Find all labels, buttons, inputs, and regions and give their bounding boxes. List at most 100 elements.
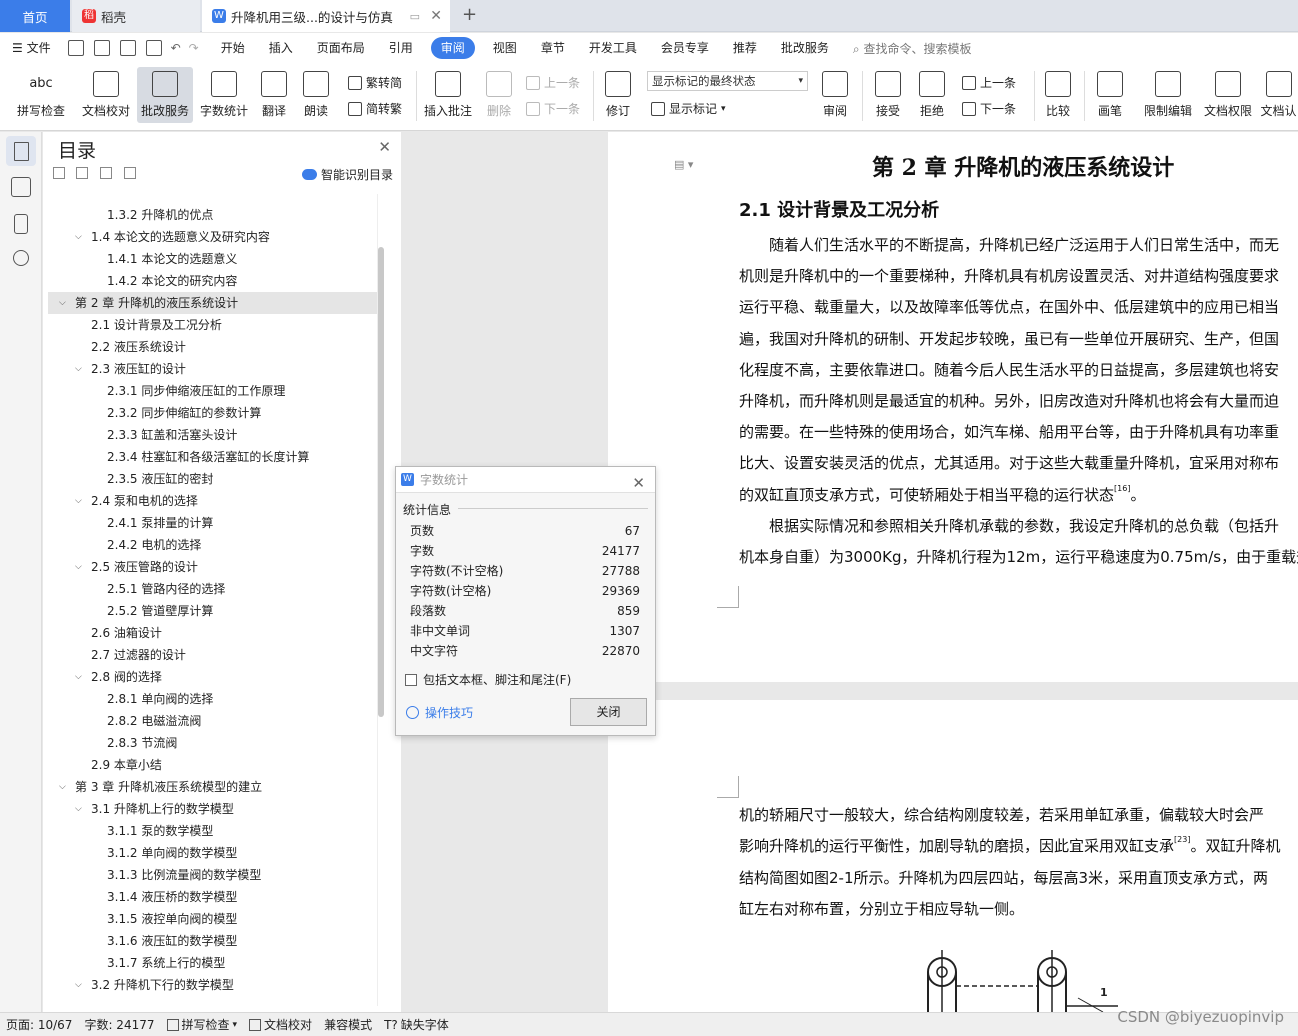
track-changes-button[interactable]: 修订 bbox=[598, 67, 638, 123]
save-icon[interactable] bbox=[67, 40, 84, 56]
spell-check-status[interactable]: 拼写检查 ▾ bbox=[161, 1016, 244, 1033]
close-icon[interactable]: ✕ bbox=[378, 138, 391, 156]
expand-icon[interactable] bbox=[76, 167, 88, 179]
toc-item[interactable]: ⌵ 2.8 阀的选择 bbox=[48, 666, 377, 688]
add-level-icon[interactable] bbox=[100, 167, 112, 179]
delete-comment-button[interactable]: 删除 bbox=[480, 67, 518, 123]
dialog-title-bar[interactable]: W 字数统计 ✕ bbox=[396, 467, 655, 493]
prev-change-button[interactable]: 上一条 bbox=[962, 74, 1016, 91]
word-count-button[interactable]: 字数统计 bbox=[197, 67, 251, 123]
close-tab-icon[interactable]: ✕ bbox=[430, 8, 442, 24]
toc-item[interactable]: 2.3.3 缸盖和活塞头设计 bbox=[48, 424, 377, 446]
tips-link[interactable]: 操作技巧 bbox=[406, 704, 473, 721]
prev-comment-button[interactable]: 上一条 bbox=[526, 74, 580, 91]
toc-item[interactable]: 2.4.1 泵排量的计算 bbox=[48, 512, 377, 534]
toc-item[interactable]: 2.5.1 管路内径的选择 bbox=[48, 578, 377, 600]
toc-item[interactable]: 2.7 过滤器的设计 bbox=[48, 644, 377, 666]
undo-icon[interactable]: ↶ bbox=[171, 41, 181, 55]
smart-toc-button[interactable]: 智能识别目录 bbox=[301, 166, 393, 183]
redo-icon[interactable]: ↷ bbox=[189, 41, 199, 55]
word-count-status[interactable]: 字数: 24177 bbox=[78, 1016, 160, 1033]
toc-item[interactable]: 3.1.1 泵的数学模型 bbox=[48, 820, 377, 842]
next-change-button[interactable]: 下一条 bbox=[962, 100, 1016, 117]
chevron-down-icon[interactable]: ⌵ bbox=[75, 358, 82, 380]
toc-item[interactable]: 2.8.2 电磁溢流阀 bbox=[48, 710, 377, 732]
simp-to-trad-button[interactable]: 简转繁 bbox=[348, 100, 402, 117]
close-icon[interactable]: ✕ bbox=[632, 470, 645, 496]
preview-icon[interactable] bbox=[145, 40, 162, 56]
toc-item[interactable]: ⌵ 3.2 升降机下行的数学模型 bbox=[48, 974, 377, 996]
menu-chapter[interactable]: 章节 bbox=[529, 37, 577, 59]
toc-item[interactable]: 1.4.1 本论文的选题意义 bbox=[48, 248, 377, 270]
pin-icon[interactable]: ▭ bbox=[410, 10, 420, 23]
toc-item[interactable]: 2.8.1 单向阀的选择 bbox=[48, 688, 377, 710]
search-icon[interactable] bbox=[13, 250, 29, 266]
chapter-nav-icon[interactable] bbox=[11, 177, 31, 197]
chevron-down-icon[interactable]: ⌵ bbox=[75, 490, 82, 512]
proofread-status[interactable]: 文档校对 bbox=[243, 1016, 318, 1033]
page-options-icon[interactable]: ▤ ▾ bbox=[674, 158, 693, 171]
toc-item[interactable]: 1.3.2 升降机的优点 bbox=[48, 204, 377, 226]
remove-level-icon[interactable] bbox=[124, 167, 136, 179]
next-comment-button[interactable]: 下一条 bbox=[526, 100, 580, 117]
menu-devtools[interactable]: 开发工具 bbox=[577, 37, 649, 59]
chevron-down-icon[interactable]: ⌵ bbox=[75, 798, 82, 820]
new-tab-button[interactable]: + bbox=[462, 4, 477, 25]
toc-item[interactable]: 2.8.3 节流阀 bbox=[48, 732, 377, 754]
show-markup-button[interactable]: 显示标记 ▾ bbox=[651, 100, 726, 117]
toc-item[interactable]: 3.1.4 液压桥的数学模型 bbox=[48, 886, 377, 908]
menu-review-service[interactable]: 批改服务 bbox=[769, 37, 841, 59]
menu-insert[interactable]: 插入 bbox=[257, 37, 305, 59]
toc-item[interactable]: ⌵ 3.1 升降机上行的数学模型 bbox=[48, 798, 377, 820]
toc-item[interactable]: 1.4.2 本论文的研究内容 bbox=[48, 270, 377, 292]
include-footnotes-checkbox[interactable] bbox=[405, 674, 417, 686]
bookmark-icon[interactable] bbox=[14, 214, 28, 234]
menu-view[interactable]: 视图 bbox=[481, 37, 529, 59]
insert-comment-button[interactable]: 插入批注 bbox=[420, 67, 476, 123]
menu-recommend[interactable]: 推荐 bbox=[721, 37, 769, 59]
toc-item[interactable]: 2.6 油箱设计 bbox=[48, 622, 377, 644]
print-icon[interactable] bbox=[119, 40, 136, 56]
toc-pane-icon[interactable] bbox=[6, 136, 36, 166]
toc-item[interactable]: ⌵ 2.5 液压管路的设计 bbox=[48, 556, 377, 578]
tab-document[interactable]: W 升降机用三级...的设计与仿真 ▭ ✕ bbox=[202, 0, 450, 32]
toc-item[interactable]: ⌵ 2.3 液压缸的设计 bbox=[48, 358, 377, 380]
accept-button[interactable]: 接受 bbox=[868, 67, 908, 123]
menu-reference[interactable]: 引用 bbox=[377, 37, 425, 59]
toc-item[interactable]: 2.5.2 管道壁厚计算 bbox=[48, 600, 377, 622]
toc-item[interactable]: 2.3.4 柱塞缸和各级活塞缸的长度计算 bbox=[48, 446, 377, 468]
pen-button[interactable]: 画笔 bbox=[1090, 67, 1130, 123]
chevron-down-icon[interactable]: ⌵ bbox=[75, 666, 82, 688]
review-pane-button[interactable]: 审阅 bbox=[815, 67, 855, 123]
toc-item[interactable]: 3.1.3 比例流量阀的数学模型 bbox=[48, 864, 377, 886]
toc-item[interactable]: 2.2 液压系统设计 bbox=[48, 336, 377, 358]
citation[interactable]: [23] bbox=[1174, 835, 1190, 844]
toc-scrollbar[interactable] bbox=[378, 247, 384, 717]
toc-item[interactable]: ⌵ 第 3 章 升降机液压系统模型的建立 bbox=[48, 776, 377, 798]
reject-button[interactable]: 拒绝 bbox=[912, 67, 952, 123]
compare-button[interactable]: 比较 bbox=[1038, 67, 1078, 123]
toc-item[interactable]: ⌵ 第 2 章 升降机的液压系统设计 bbox=[48, 292, 377, 314]
toc-item[interactable]: ⌵ 2.4 泵和电机的选择 bbox=[48, 490, 377, 512]
toc-item[interactable]: 2.3.2 同步伸缩缸的参数计算 bbox=[48, 402, 377, 424]
page-indicator[interactable]: 页面: 10/67 bbox=[0, 1016, 78, 1033]
menu-member[interactable]: 会员专享 bbox=[649, 37, 721, 59]
toc-item[interactable]: 3.1.5 液控单向阀的模型 bbox=[48, 908, 377, 930]
translate-button[interactable]: 翻译 bbox=[255, 67, 293, 123]
menu-start[interactable]: 开始 bbox=[209, 37, 257, 59]
toc-item[interactable]: ⌵ 1.4 本论文的选题意义及研究内容 bbox=[48, 226, 377, 248]
markup-state-select[interactable]: 显示标记的最终状态 ▾ bbox=[647, 71, 808, 91]
menu-layout[interactable]: 页面布局 bbox=[305, 37, 377, 59]
close-button[interactable]: 关闭 bbox=[570, 698, 647, 726]
tab-home[interactable]: 首页 bbox=[0, 0, 70, 32]
proofread-button[interactable]: 文档校对 bbox=[78, 67, 134, 123]
restrict-editing-button[interactable]: 限制编辑 bbox=[1140, 67, 1196, 123]
spell-check-button[interactable]: abc 拼写检查 bbox=[10, 67, 72, 123]
toc-item[interactable]: 2.4.2 电机的选择 bbox=[48, 534, 377, 556]
toc-item[interactable]: 2.3.5 液压缸的密封 bbox=[48, 468, 377, 490]
chevron-down-icon[interactable]: ⌵ bbox=[59, 776, 66, 798]
menu-review[interactable]: 审阅 bbox=[430, 37, 475, 59]
trad-to-simp-button[interactable]: 繁转简 bbox=[348, 74, 402, 91]
command-search[interactable]: ⌕ 查找命令、搜索模板 bbox=[853, 40, 972, 57]
collapse-all-icon[interactable] bbox=[53, 167, 65, 179]
